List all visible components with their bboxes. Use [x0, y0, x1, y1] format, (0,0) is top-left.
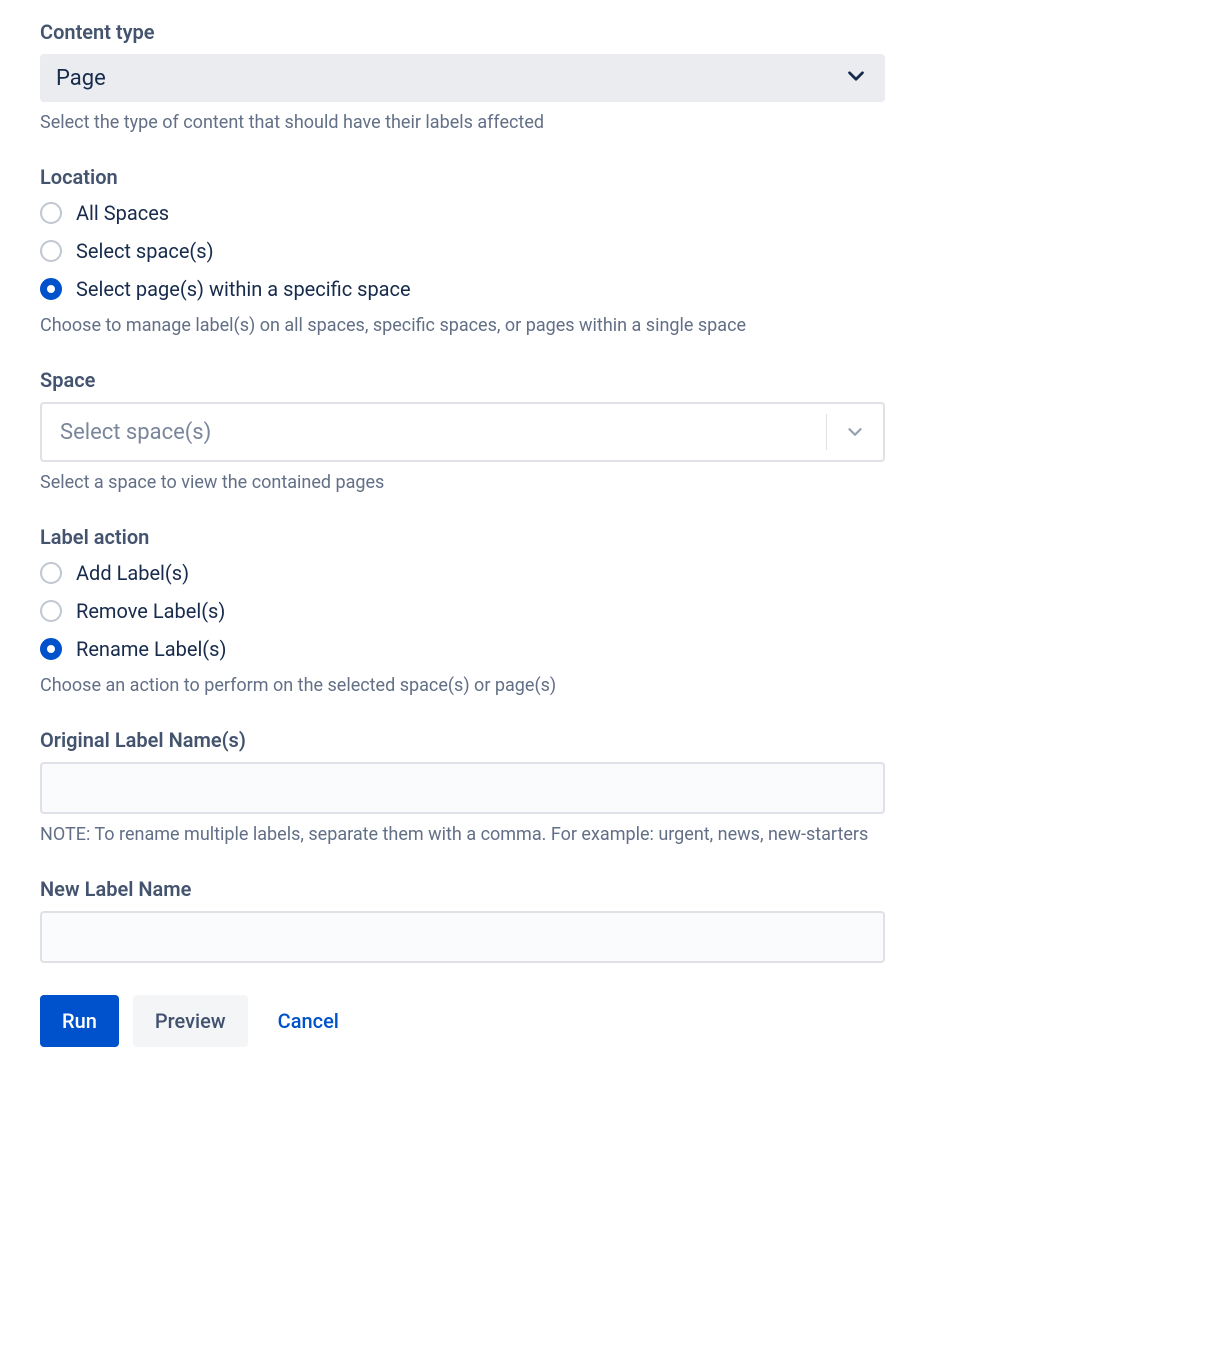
radio-label: Select space(s): [76, 239, 214, 263]
cancel-button[interactable]: Cancel: [262, 995, 355, 1047]
location-option-select-pages[interactable]: Select page(s) within a specific space: [40, 277, 1186, 301]
button-row: Run Preview Cancel: [40, 995, 1186, 1047]
original-label-input[interactable]: [40, 762, 885, 814]
chevron-down-icon: [827, 421, 883, 443]
location-option-all-spaces[interactable]: All Spaces: [40, 201, 1186, 225]
radio-label: Add Label(s): [76, 561, 189, 585]
original-label-help: NOTE: To rename multiple labels, separat…: [40, 824, 1186, 845]
label-action-field: Label action Add Label(s) Remove Label(s…: [40, 525, 1186, 696]
space-label: Space: [40, 368, 1186, 392]
radio-label: All Spaces: [76, 201, 169, 225]
radio-icon: [40, 562, 62, 584]
original-label-field: Original Label Name(s) NOTE: To rename m…: [40, 728, 1186, 845]
radio-icon: [40, 278, 62, 300]
space-help: Select a space to view the contained pag…: [40, 472, 1186, 493]
space-field: Space Select space(s) Select a space to …: [40, 368, 1186, 493]
radio-icon: [40, 240, 62, 262]
new-label-field: New Label Name: [40, 877, 1186, 963]
original-label-label: Original Label Name(s): [40, 728, 1186, 752]
content-type-field: Content type Page Select the type of con…: [40, 20, 1186, 133]
content-type-select[interactable]: Page: [40, 54, 885, 102]
content-type-value: Page: [56, 66, 843, 91]
label-action-radio-group: Add Label(s) Remove Label(s) Rename Labe…: [40, 561, 1186, 661]
content-type-help: Select the type of content that should h…: [40, 112, 1186, 133]
location-label: Location: [40, 165, 1186, 189]
label-action-option-remove[interactable]: Remove Label(s): [40, 599, 1186, 623]
radio-label: Select page(s) within a specific space: [76, 277, 411, 301]
location-help: Choose to manage label(s) on all spaces,…: [40, 315, 1186, 336]
space-select[interactable]: Select space(s): [40, 402, 885, 462]
location-field: Location All Spaces Select space(s) Sele…: [40, 165, 1186, 336]
radio-icon: [40, 600, 62, 622]
label-action-option-add[interactable]: Add Label(s): [40, 561, 1186, 585]
radio-icon: [40, 638, 62, 660]
label-action-label: Label action: [40, 525, 1186, 549]
space-placeholder: Select space(s): [42, 420, 826, 445]
radio-label: Rename Label(s): [76, 637, 226, 661]
location-option-select-spaces[interactable]: Select space(s): [40, 239, 1186, 263]
new-label-input[interactable]: [40, 911, 885, 963]
chevron-down-icon: [843, 63, 869, 94]
radio-label: Remove Label(s): [76, 599, 225, 623]
run-button[interactable]: Run: [40, 995, 119, 1047]
new-label-label: New Label Name: [40, 877, 1186, 901]
content-type-label: Content type: [40, 20, 1186, 44]
location-radio-group: All Spaces Select space(s) Select page(s…: [40, 201, 1186, 301]
radio-icon: [40, 202, 62, 224]
label-action-option-rename[interactable]: Rename Label(s): [40, 637, 1186, 661]
label-action-help: Choose an action to perform on the selec…: [40, 675, 1186, 696]
preview-button[interactable]: Preview: [133, 995, 248, 1047]
